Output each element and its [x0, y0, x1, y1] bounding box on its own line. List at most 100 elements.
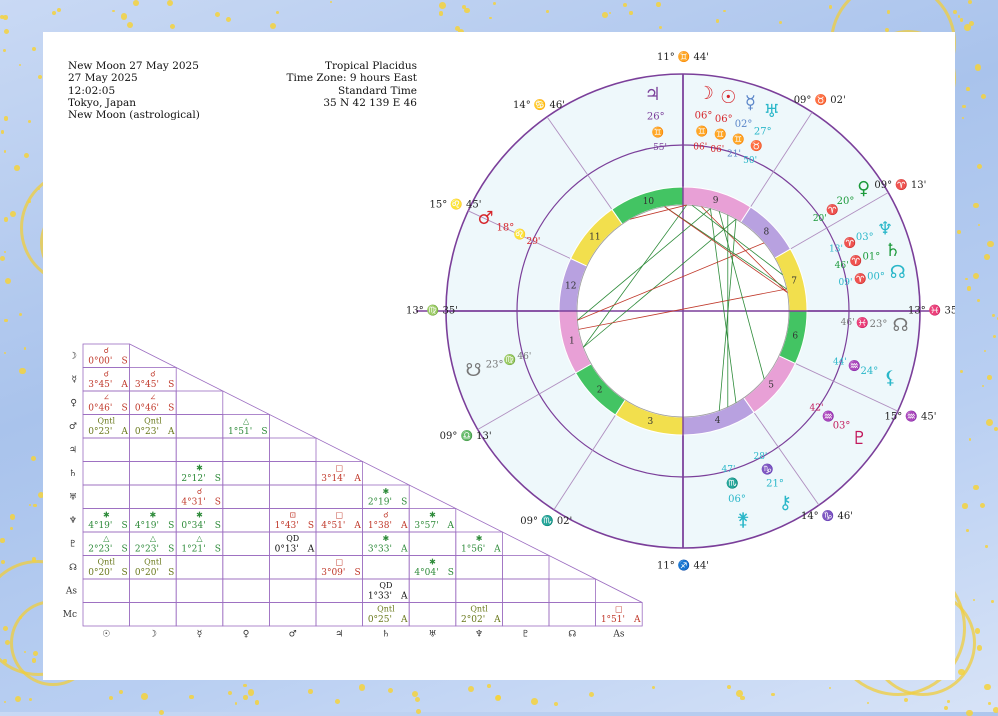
- decor-dot: [3, 626, 8, 631]
- planet-sign: ♈: [826, 203, 838, 216]
- decor-dot: [965, 278, 967, 280]
- house-number: 6: [792, 331, 798, 341]
- decor-dot: [24, 153, 29, 158]
- house-cusp-label: 15° ♒ 45': [884, 410, 936, 423]
- house-number: 4: [715, 416, 721, 426]
- decor-dot: [968, 0, 972, 4]
- decor-dot: [554, 702, 558, 706]
- decor-dot: [19, 64, 21, 66]
- decor-dot: [602, 12, 608, 18]
- decor-dot: [33, 651, 38, 656]
- planet-minute: 20': [813, 214, 827, 224]
- house-cusp-label: 09° ♈ 13': [874, 178, 926, 191]
- decor-dot: [779, 21, 782, 24]
- decor-dot: [977, 299, 980, 302]
- decor-dot: [226, 17, 231, 22]
- planet-glyph: ♇: [851, 428, 867, 449]
- decor-dot: [978, 224, 980, 226]
- decor-dot: [255, 700, 259, 704]
- planet-minute: 13': [829, 245, 843, 255]
- planet-minute: 42': [810, 403, 824, 413]
- decor-dot: [493, 2, 496, 5]
- decor-dot: [977, 645, 982, 650]
- planet-minute: 46': [835, 261, 849, 271]
- decor-dot: [659, 26, 662, 29]
- house-cusp-label: 13° ♍ 35': [406, 304, 458, 317]
- decor-dot: [973, 485, 978, 490]
- decor-dot: [984, 350, 986, 352]
- decor-dot: [0, 256, 5, 261]
- decor-dot: [629, 11, 632, 14]
- decor-dot: [973, 203, 979, 209]
- decor-dot: [215, 12, 220, 17]
- house-number: 1: [569, 336, 575, 346]
- decor-dot: [439, 2, 446, 9]
- planet-degree: 03°: [833, 421, 851, 432]
- house-cusp-label: 14° ♑ 46': [801, 509, 853, 522]
- decor-dot: [141, 693, 148, 700]
- planet-glyph: ⚵: [736, 510, 749, 531]
- decor-dot: [330, 1, 332, 3]
- decor-dot: [829, 5, 833, 9]
- decor-dot: [589, 692, 594, 697]
- planet-sign: ♊: [732, 132, 744, 145]
- decor-dot: [28, 120, 31, 123]
- decor-dot: [977, 164, 982, 169]
- decor-dot: [980, 503, 985, 508]
- house-cusp-label: 09° ♎ 13': [440, 429, 492, 442]
- planet-degree: 06°: [715, 114, 733, 125]
- planet-degree: 27°: [754, 126, 772, 137]
- house-cusp-label: 13° ♓ 35': [908, 304, 955, 317]
- decor-dot: [975, 64, 982, 71]
- house-number: 7: [791, 277, 797, 287]
- decor-dot: [4, 217, 8, 221]
- decor-dot: [24, 347, 27, 350]
- planet-sign: ♈: [844, 236, 856, 249]
- decor-dot: [167, 0, 173, 6]
- decor-dot: [987, 241, 994, 248]
- decor-dot: [964, 24, 971, 31]
- decor-dot: [966, 87, 970, 91]
- decor-dot: [967, 286, 972, 291]
- decor-dot: [0, 538, 4, 542]
- decor-dot: [10, 211, 16, 217]
- decor-dot: [416, 709, 421, 714]
- planet-degree: 06°: [728, 494, 746, 505]
- planet-glyph: ☊: [890, 262, 906, 283]
- house-number: 2: [597, 386, 603, 396]
- decor-dot: [991, 600, 994, 603]
- planet-degree: 26°: [647, 111, 665, 122]
- decor-dot: [32, 47, 36, 51]
- decor-dot: [4, 150, 7, 153]
- decor-dot: [887, 10, 890, 13]
- decor-dot: [159, 710, 164, 715]
- planet-sign: ♉: [750, 139, 762, 152]
- decor-dot: [4, 29, 9, 34]
- house-number: 3: [647, 417, 653, 427]
- decor-dot: [19, 313, 22, 316]
- decor-dot: [4, 116, 8, 120]
- planet-glyph: ⚷: [779, 492, 792, 513]
- decor-dot: [4, 701, 6, 703]
- decor-dot: [170, 24, 175, 29]
- decor-dot: [189, 695, 194, 700]
- decor-dot: [609, 12, 611, 14]
- planet-degree: 06°: [695, 111, 713, 122]
- planet-glyph: ⚸: [884, 367, 897, 388]
- decor-dot: [981, 94, 987, 100]
- planet-glyph: ♄: [884, 240, 900, 261]
- decor-dot: [652, 686, 655, 689]
- decor-dot: [982, 385, 984, 387]
- decor-dot: [969, 438, 971, 440]
- planet-minute: 28': [753, 452, 767, 462]
- planet-minute: 55': [653, 143, 667, 153]
- planet-degree: 03°: [856, 232, 874, 243]
- decor-dot: [388, 688, 393, 693]
- decor-dot: [52, 11, 56, 15]
- decor-dot: [1, 560, 5, 564]
- decor-dot: [960, 18, 964, 22]
- chart-sheet: New Moon 27 May 2025 27 May 2025 12:02:0…: [43, 32, 955, 680]
- decor-dot: [986, 419, 993, 426]
- planet-minute: 21': [727, 150, 741, 160]
- planet-glyph: ☊: [892, 315, 908, 336]
